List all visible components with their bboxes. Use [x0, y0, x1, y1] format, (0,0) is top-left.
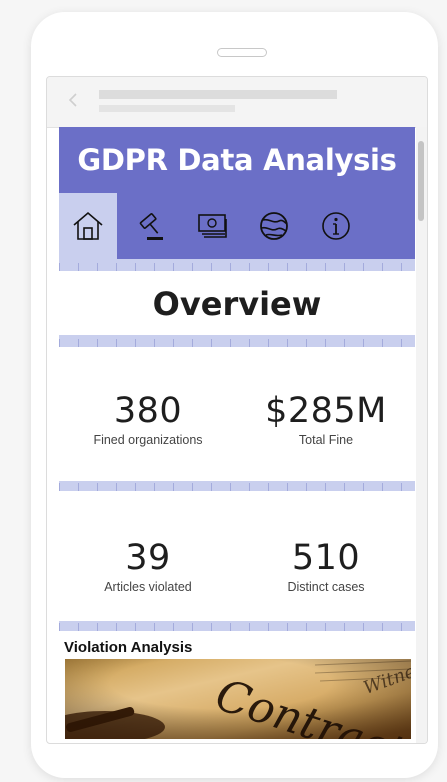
- scrollbar[interactable]: [416, 127, 427, 743]
- info-icon: [322, 212, 350, 240]
- phone-screen: GDPR Data Analysis Overview 380 Fined or…: [46, 76, 428, 744]
- kpi-distinct-cases: 510 Distinct cases: [237, 538, 415, 594]
- kpi-label: Articles violated: [104, 580, 192, 594]
- title-banner: GDPR Data Analysis: [59, 127, 415, 193]
- kpi-value: 510: [291, 538, 361, 578]
- divider: [59, 263, 415, 271]
- scrollbar-thumb[interactable]: [418, 141, 424, 221]
- kpi-fined-organizations: 380 Fined organizations: [59, 391, 237, 447]
- nav-bar: [59, 193, 415, 259]
- kpi-label: Distinct cases: [287, 580, 365, 594]
- nav-home-button[interactable]: [59, 193, 117, 259]
- kpi-total-fine: $285M Total Fine: [237, 391, 415, 447]
- contract-image: Contract Witness: [65, 659, 411, 739]
- nav-fines-button[interactable]: [183, 193, 241, 259]
- violation-analysis-title: Violation Analysis: [64, 639, 193, 656]
- nav-info-button[interactable]: [307, 193, 365, 259]
- kpi-articles-violated: 39 Articles violated: [59, 538, 237, 594]
- phone-frame: GDPR Data Analysis Overview 380 Fined or…: [31, 12, 438, 778]
- phone-speaker: [217, 48, 267, 57]
- browser-address-bar: [47, 77, 427, 128]
- money-icon: [198, 214, 227, 238]
- kpi-value: 39: [125, 538, 171, 578]
- back-arrow-icon[interactable]: [65, 90, 81, 110]
- divider: [59, 339, 415, 347]
- home-icon: [73, 211, 103, 240]
- divider: [59, 483, 415, 491]
- nav-countries-button[interactable]: [245, 193, 303, 259]
- gavel-icon: [139, 213, 163, 240]
- url-placeholder-secondary: [99, 105, 235, 112]
- kpi-card-1: 380 Fined organizations $285M Total Fine: [59, 347, 415, 481]
- report-canvas: GDPR Data Analysis Overview 380 Fined or…: [59, 127, 415, 743]
- nav-violations-button[interactable]: [121, 193, 179, 259]
- report-title: GDPR Data Analysis: [77, 143, 397, 177]
- kpi-card-2: 39 Articles violated 510 Distinct cases: [59, 491, 415, 621]
- kpi-label: Total Fine: [298, 433, 354, 447]
- violation-analysis-card: Violation Analysis: [59, 631, 415, 743]
- globe-icon: [260, 212, 288, 240]
- kpi-value: 380: [113, 391, 183, 431]
- divider: [59, 623, 415, 631]
- overview-heading: Overview: [152, 285, 322, 323]
- kpi-value: $285M: [265, 391, 387, 431]
- overview-card: Overview: [59, 271, 415, 335]
- url-placeholder: [99, 90, 337, 99]
- kpi-label: Fined organizations: [93, 433, 203, 447]
